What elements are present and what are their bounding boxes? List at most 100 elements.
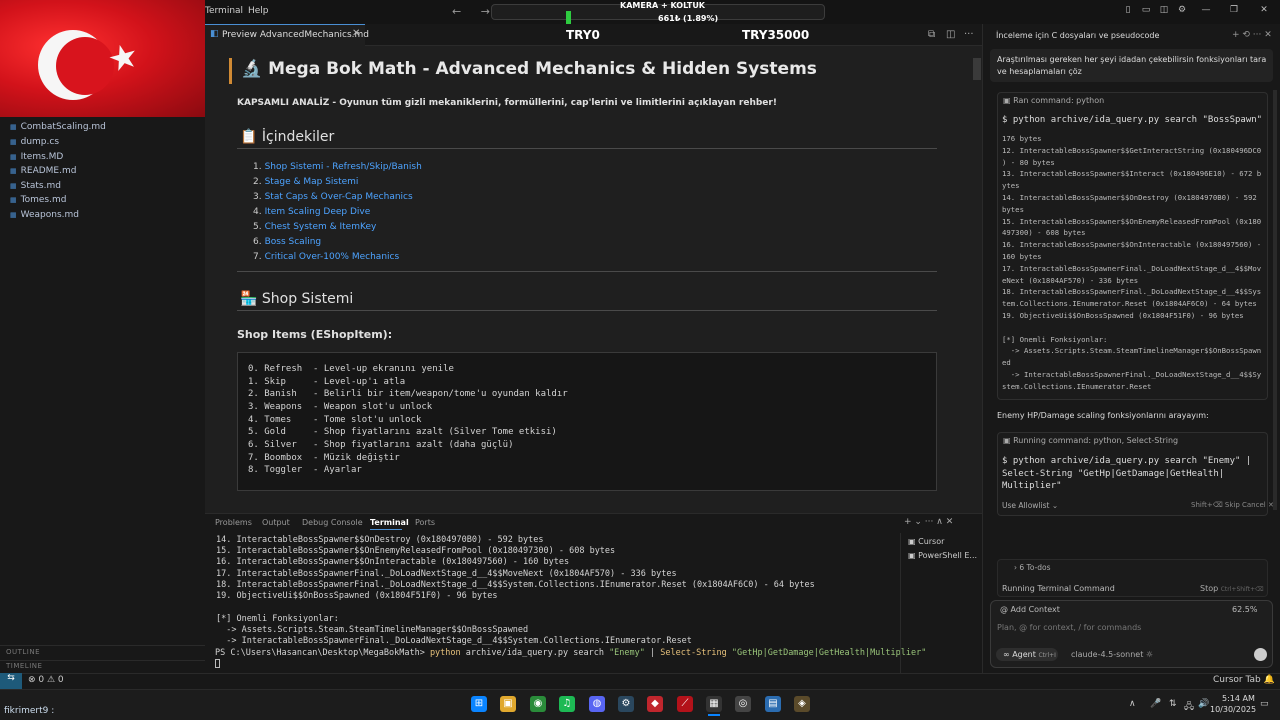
chat-header-actions[interactable]: + ⟲ ··· ✕	[1232, 30, 1272, 40]
obs-icon[interactable]: ◎	[735, 696, 751, 712]
app-game-icon[interactable]: ◈	[794, 696, 810, 712]
start-button-icon[interactable]: ⊞	[471, 696, 487, 712]
divider	[237, 271, 937, 272]
open-source-icon[interactable]: ⧉	[928, 29, 935, 40]
network-transfer-icon[interactable]: ⇅	[1169, 699, 1177, 709]
file-name: Tomes.md	[20, 195, 67, 205]
terminal-line: 16. InteractableBossSpawner$$OnInteracta…	[216, 557, 570, 567]
todos-toggle[interactable]: › 6 To-dos	[1014, 563, 1051, 572]
tab-ports[interactable]: Ports	[415, 518, 435, 527]
file-name: dump.cs	[20, 137, 60, 147]
add-context-button[interactable]: @ Add Context	[1000, 605, 1060, 614]
menu-terminal[interactable]: Terminal	[205, 6, 243, 16]
toc-link[interactable]: 5. Chest System & ItemKey	[253, 222, 376, 232]
chrome-icon[interactable]: ◉	[530, 696, 546, 712]
file-item[interactable]: ▦ Weapons.md	[10, 210, 79, 220]
toggle-panel-icon[interactable]: ▭	[1140, 5, 1152, 17]
steam-icon[interactable]: ⚙	[618, 696, 634, 712]
code-line: 0. Refresh - Level-up ekranını yenile	[248, 364, 454, 374]
tab-output[interactable]: Output	[262, 518, 290, 527]
outline-section[interactable]: OUTLINE	[6, 648, 40, 656]
toc-link[interactable]: 6. Boss Scaling	[253, 237, 321, 247]
stop-button[interactable]: Stop Ctrl+Shift+⌫	[1200, 584, 1264, 593]
terminal-line: -> InteractableBossSpawnerFinal._DoLoadN…	[216, 636, 692, 646]
discord-icon[interactable]: ◍	[589, 696, 605, 712]
clock-date[interactable]: 10/30/2025	[1210, 705, 1256, 714]
send-button[interactable]	[1254, 648, 1267, 661]
terminal-cursor	[215, 659, 220, 668]
tray-overflow-icon[interactable]: ∧	[1129, 699, 1136, 709]
active-tab-indicator	[370, 529, 402, 530]
close-window-icon[interactable]: ✕	[1258, 5, 1270, 17]
assistant-message: Enemy HP/Damage scaling fonksiyonlarını …	[997, 411, 1209, 420]
cursor-app-icon[interactable]: ▦	[706, 696, 722, 712]
file-item[interactable]: ▦ Stats.md	[10, 181, 61, 191]
terminal-line: 19. ObjectiveUi$$OnBossSpawned (0x1804F5…	[216, 591, 498, 601]
minimize-icon[interactable]: —	[1200, 5, 1212, 17]
use-allowlist-button[interactable]: Use Allowlist ⌄	[1002, 501, 1058, 510]
tool-call-header[interactable]: ▣ Running command: python, Select-String	[1003, 436, 1178, 445]
app-blue-icon[interactable]: ▤	[765, 696, 781, 712]
tab-problems[interactable]: Problems	[215, 518, 252, 527]
toc-link[interactable]: 4. Item Scaling Deep Dive	[253, 207, 370, 217]
problems-indicator[interactable]: ⊗ 0 ⚠ 0	[28, 675, 64, 685]
settings-gear-icon[interactable]: ⚙	[1176, 5, 1188, 17]
file-item[interactable]: ▦ Items.MD	[10, 152, 63, 162]
terminal-session-powershell[interactable]: ▣ PowerShell E...	[908, 551, 977, 560]
volume-icon[interactable]: 🔊	[1198, 699, 1209, 709]
network-icon[interactable]: 🖧	[1184, 699, 1194, 715]
toc-link[interactable]: 1. Shop Sistemi - Refresh/Skip/Banish	[253, 162, 422, 172]
app-streamer-icon[interactable]: ⟋	[677, 696, 693, 712]
code-line: 6. Silver - Shop fiyatlarını azalt (daha…	[248, 440, 514, 450]
menu-help[interactable]: Help	[248, 6, 269, 16]
tool-call-header[interactable]: ▣ Ran command: python	[1003, 96, 1104, 105]
tab-terminal[interactable]: Terminal	[370, 518, 409, 527]
stream-progress-bar	[566, 11, 571, 25]
file-item[interactable]: ▦ CombatScaling.md	[10, 122, 106, 132]
file-explorer-icon[interactable]: ▣	[500, 696, 516, 712]
notification-icon[interactable]: ▭	[1260, 699, 1269, 709]
clock-time[interactable]: 5:14 AM	[1222, 694, 1255, 703]
skip-cancel-buttons[interactable]: Shift+⌫ Skip Cancel ✕	[1191, 501, 1274, 509]
toc-link[interactable]: 3. Stat Caps & Over-Cap Mechanics	[253, 192, 413, 202]
app-red-icon[interactable]: ◆	[647, 696, 663, 712]
toc-link[interactable]: 7. Critical Over-100% Mechanics	[253, 252, 399, 262]
stream-username: fikrimert9 :	[4, 706, 55, 716]
terminal-session-cursor[interactable]: ▣ Cursor	[908, 537, 944, 546]
file-item[interactable]: ▦ dump.cs	[10, 137, 59, 147]
microphone-icon[interactable]: 🎤	[1150, 699, 1161, 709]
markdown-file-icon: ▦	[10, 182, 17, 190]
tab-close-icon[interactable]: ✕	[352, 28, 360, 39]
toc-link[interactable]: 2. Stage & Map Sistemi	[253, 177, 358, 187]
file-name: Stats.md	[20, 181, 61, 191]
tab-debug-console[interactable]: Debug Console	[302, 518, 363, 527]
chat-input-placeholder[interactable]: Plan, @ for context, / for commands	[997, 623, 1141, 632]
markdown-file-icon: ▦	[10, 196, 17, 204]
terminal-line: 14. InteractableBossSpawner$$OnDestroy (…	[216, 535, 544, 545]
markdown-file-icon: ▦	[10, 123, 17, 131]
toggle-auxbar-icon[interactable]: ◫	[1158, 5, 1170, 17]
terminal-command-line[interactable]: PS C:\Users\Hasancan\Desktop\MegaBokMath…	[215, 648, 926, 658]
turkish-flag-overlay: ★	[0, 0, 205, 117]
timeline-section[interactable]: TIMELINE	[6, 662, 42, 670]
model-selector[interactable]: claude-4.5-sonnet ☼	[1071, 650, 1153, 659]
spotify-icon[interactable]: ♫	[559, 696, 575, 712]
file-item[interactable]: ▦ README.md	[10, 166, 76, 176]
terminal-line: 18. InteractableBossSpawnerFinal._DoLoad…	[216, 580, 815, 590]
split-editor-icon[interactable]: ◫	[946, 29, 955, 40]
code-line: 1. Skip - Level-up'ı atla	[248, 377, 406, 387]
cursor-tab-status[interactable]: Cursor Tab 🔔	[1213, 675, 1275, 685]
file-item[interactable]: ▦ Tomes.md	[10, 195, 66, 205]
more-actions-icon[interactable]: ···	[964, 29, 974, 40]
user-message-text: Araştırılması gereken her şeyi idadan çe…	[997, 55, 1267, 76]
maximize-icon[interactable]: ❐	[1228, 5, 1240, 17]
terminal-line: 17. InteractableBossSpawnerFinal._DoLoad…	[216, 569, 677, 579]
chat-scrollbar[interactable]	[1273, 90, 1277, 510]
preview-scrollbar[interactable]	[973, 58, 981, 80]
remote-indicator-icon[interactable]: ⇆	[0, 673, 22, 689]
code-line: 2. Banish - Belirli bir item/weapon/tome…	[248, 389, 568, 399]
tool-output: 176 bytes 12. InteractableBossSpawner$$G…	[1002, 134, 1262, 391]
sidebar-divider	[0, 660, 205, 661]
panel-actions[interactable]: + ⌄ ··· ∧ ✕	[904, 517, 953, 527]
toggle-sidebar-icon[interactable]: ▯	[1122, 5, 1134, 17]
